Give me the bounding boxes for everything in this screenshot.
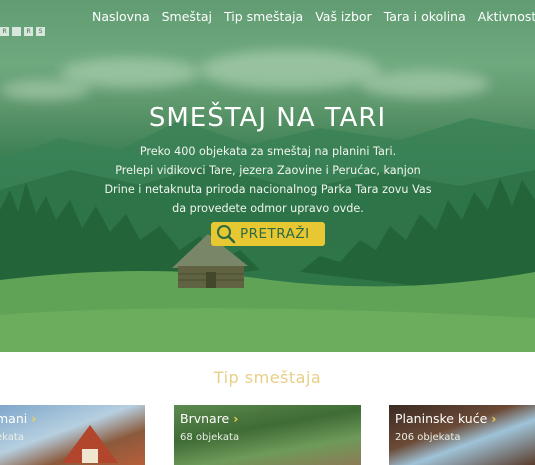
type-card-count: 206 objekata	[395, 432, 461, 443]
type-card-name: Planinske kuće ›	[395, 411, 497, 426]
main-nav: Naslovna Smeštaj Tip smeštaja Vaš izbor …	[92, 9, 535, 24]
nav-item-smestaj[interactable]: Smeštaj	[162, 9, 212, 24]
type-card-count: 68 objekata	[180, 432, 240, 443]
logo-letter: R	[24, 27, 33, 36]
type-card-apartmani[interactable]: mani › ekata	[0, 405, 145, 465]
nav-item-vas-izbor[interactable]: Vaš izbor	[315, 9, 371, 24]
search-button[interactable]: PRETRAŽI	[211, 222, 325, 246]
type-card-count: ekata	[0, 432, 24, 443]
chevron-right-icon: ›	[233, 411, 239, 426]
type-card-brvnare[interactable]: Brvnare › 68 objekata	[174, 405, 361, 465]
nav-item-tara-i-okolina[interactable]: Tara i okolina	[384, 9, 466, 24]
type-card-planinske-kuce[interactable]: Planinske kuće › 206 objekata	[389, 405, 535, 465]
chevron-right-icon: ›	[31, 411, 37, 426]
house-image	[62, 425, 118, 463]
magnifier-icon	[217, 225, 236, 244]
nav-item-naslovna[interactable]: Naslovna	[92, 9, 150, 24]
hero-line: Preko 400 objekata za smeštaj na planini…	[139, 145, 397, 158]
nav-item-aktivnosti[interactable]: Aktivnosti	[478, 9, 535, 24]
logo-letter	[12, 27, 21, 36]
search-button-label: PRETRAŽI	[240, 226, 310, 242]
hero-title: SMEŠTAJ NA TARI	[148, 103, 387, 133]
site-logo[interactable]: R R S	[0, 27, 45, 36]
hero-description: Preko 400 objekata za smeštaj na planini…	[88, 142, 448, 218]
hero-line: Prelepi vidikovci Tare, jezera Zaovine i…	[115, 164, 421, 177]
logo-letter: S	[36, 27, 45, 36]
logo-letter: R	[0, 27, 9, 36]
type-card-name: mani ›	[0, 411, 37, 426]
nav-item-tip-smestaja[interactable]: Tip smeštaja	[224, 9, 303, 24]
hero-line: Drine i netaknuta priroda nacionalnog Pa…	[104, 183, 432, 196]
type-card-name: Brvnare ›	[180, 411, 239, 426]
chevron-right-icon: ›	[491, 411, 497, 426]
hero-line: da provedete odmor upravo ovde.	[172, 202, 364, 215]
section-title: Tip smeštaja	[213, 368, 322, 387]
